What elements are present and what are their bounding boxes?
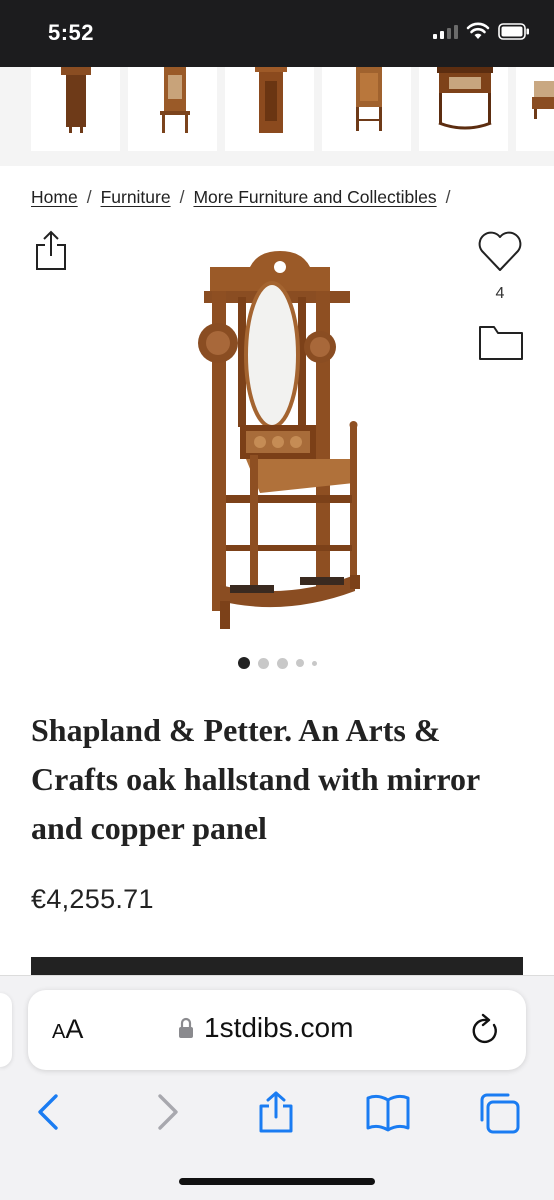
product-price: €4,255.71 — [31, 884, 154, 914]
breadcrumb-separator: / — [86, 187, 92, 207]
carousel-dot[interactable] — [311, 660, 317, 666]
breadcrumb-furniture[interactable]: Furniture — [101, 187, 171, 207]
carousel-dot[interactable] — [257, 657, 269, 669]
lock-icon — [179, 1017, 193, 1038]
favorite-count: 4 — [495, 285, 505, 302]
url-display[interactable]: 1stdibs.com — [178, 1012, 353, 1044]
thumbnail[interactable] — [128, 67, 217, 151]
thumbnail[interactable] — [322, 67, 411, 151]
thumbnail-strip[interactable] — [0, 67, 554, 166]
status-bar: 5:52 — [0, 0, 554, 67]
previous-tab-edge[interactable] — [0, 993, 12, 1067]
product-image[interactable] — [190, 245, 370, 635]
forward-arrow-icon — [158, 1094, 178, 1130]
text-size-button[interactable]: AA — [52, 1014, 83, 1045]
carousel-dot[interactable] — [295, 659, 304, 667]
thumbnail[interactable] — [419, 67, 508, 151]
reload-icon — [472, 1013, 497, 1044]
favorite-button[interactable] — [476, 228, 524, 274]
breadcrumb-separator: / — [179, 187, 185, 207]
status-time: 5:52 — [48, 20, 95, 45]
thumbnail[interactable] — [225, 67, 314, 151]
back-button[interactable] — [28, 1090, 72, 1134]
text-size-small-label: A — [52, 1021, 66, 1043]
product-title: Shapland & Petter. An Arts & Crafts oak … — [31, 712, 480, 846]
share-icon — [36, 230, 66, 270]
breadcrumb-home[interactable]: Home — [31, 187, 78, 207]
thumbnail[interactable] — [516, 67, 554, 151]
address-bar[interactable]: AA 1stdibs.com — [28, 990, 526, 1070]
carousel-dots[interactable] — [0, 657, 554, 669]
forward-button[interactable] — [144, 1090, 188, 1134]
book-icon — [366, 1094, 410, 1132]
url-domain: 1stdibs.com — [204, 1012, 354, 1043]
wifi-icon — [466, 22, 490, 39]
share-button[interactable] — [33, 228, 69, 272]
tabs-button[interactable] — [476, 1090, 520, 1134]
breadcrumb-separator: / — [445, 187, 451, 207]
carousel-dot[interactable] — [237, 657, 250, 669]
breadcrumb-more-furniture[interactable]: More Furniture and Collectibles — [193, 187, 436, 207]
share-page-button[interactable] — [254, 1090, 298, 1134]
carousel-dot[interactable] — [276, 657, 288, 669]
battery-icon — [498, 22, 529, 40]
breadcrumb: Home / Furniture / More Furniture and Collec… — [31, 187, 460, 208]
reload-button[interactable] — [470, 1013, 502, 1047]
folder-icon — [479, 326, 523, 360]
tabs-icon — [480, 1093, 520, 1134]
status-icons — [433, 22, 530, 40]
share-icon — [259, 1091, 293, 1133]
thumbnail[interactable] — [31, 67, 120, 151]
heart-icon — [478, 231, 522, 271]
home-indicator[interactable] — [179, 1178, 375, 1185]
hallstand-illustration — [198, 251, 360, 629]
cellular-signal-icon — [433, 23, 458, 39]
text-size-large-label: A — [65, 1014, 84, 1044]
save-to-folder-button[interactable] — [478, 323, 524, 361]
back-arrow-icon — [38, 1094, 58, 1130]
bookmarks-button[interactable] — [364, 1090, 410, 1134]
